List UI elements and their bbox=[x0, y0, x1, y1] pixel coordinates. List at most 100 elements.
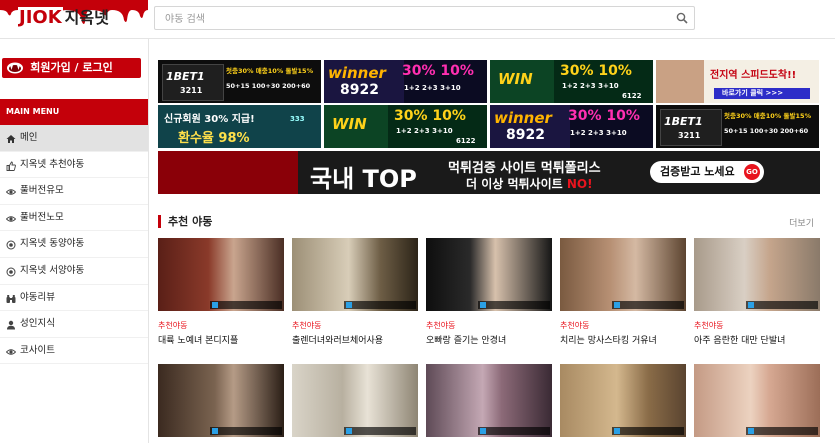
video-thumbnail[interactable] bbox=[560, 364, 686, 437]
banner-brand: 1BET1 bbox=[166, 70, 205, 83]
banner-sub-text: 1+2 2+3 3+10 bbox=[570, 129, 627, 137]
top-bar: JIOK 지옥넷 bbox=[0, 0, 835, 39]
ad-banner-newmember[interactable]: 신규회원 30% 지급! 333 환수율 98% bbox=[158, 105, 321, 148]
site-logo[interactable]: JIOK 지옥넷 bbox=[0, 0, 148, 38]
banner-sub-text: 1+2 2+3 3+10 bbox=[396, 127, 453, 135]
search-icon[interactable] bbox=[676, 12, 688, 24]
menu-item-full-censored[interactable]: 풀버전유모 bbox=[0, 178, 148, 205]
video-title[interactable]: 출렌더녀와러브체어사용 bbox=[292, 333, 383, 346]
video-thumbnail[interactable] bbox=[426, 238, 552, 311]
eye-icon bbox=[6, 349, 16, 355]
ad-banner-1bet1-2[interactable]: 1BET1 3211 첫충30% 매충10% 돌발15% 50+15 100+3… bbox=[656, 105, 819, 148]
banner-main-text: 30% 10% bbox=[402, 63, 474, 79]
search-input[interactable] bbox=[163, 10, 667, 28]
video-thumbnail[interactable] bbox=[694, 364, 820, 437]
ad-banner-1bet1[interactable]: 1BET1 3211 첫충30% 매충10% 돌발15% 50+15 100+3… bbox=[158, 60, 321, 103]
video-title[interactable]: 치리는 망사스타킹 거유녀 bbox=[560, 333, 657, 346]
video-thumbnail[interactable] bbox=[694, 238, 820, 311]
video-title[interactable]: 아주 음란한 대만 단발녀 bbox=[694, 333, 785, 346]
video-title[interactable]: 오빠랑 즐기는 안경녀 bbox=[426, 333, 506, 346]
video-category[interactable]: 추천야동 bbox=[694, 320, 723, 331]
video-thumbnail[interactable] bbox=[560, 238, 686, 311]
ad-banner-speed[interactable]: 전지역 스피드도착!! 바로가기 클릭 >>> bbox=[656, 60, 819, 103]
menu-item-cosite[interactable]: 코사이트 bbox=[0, 338, 148, 365]
video-thumbnail[interactable] bbox=[292, 238, 418, 311]
thumbs-up-icon bbox=[6, 161, 16, 171]
menu-item-label: 지옥넷 서양야동 bbox=[20, 264, 85, 276]
user-icon bbox=[7, 320, 15, 330]
video-category[interactable]: 추천야동 bbox=[292, 320, 321, 331]
banner-main-text: 30% 10% bbox=[568, 108, 640, 124]
banner-main-text: 전지역 스피드도착!! bbox=[710, 70, 797, 81]
search-box bbox=[154, 6, 695, 30]
menu-item-label: 성인지식 bbox=[20, 318, 55, 330]
video-category[interactable]: 추천야동 bbox=[158, 320, 187, 331]
menu-item-label: 풀버전유모 bbox=[20, 185, 64, 197]
target-icon bbox=[6, 267, 16, 277]
banner-code: 3211 bbox=[678, 131, 701, 140]
menu-item-label: 지옥넷 동양야동 bbox=[20, 238, 85, 250]
banner-main-text: 30% 10% bbox=[394, 108, 466, 124]
banner-sub-text: 1+2 2+3 3+10 bbox=[562, 82, 619, 90]
ad-banner-win-2[interactable]: WIN 6122 30% 10% 1+2 2+3 3+10 bbox=[324, 105, 487, 148]
menu-item-label: 메인 bbox=[20, 132, 38, 143]
login-signup-label: 회원가입 / 로그인 bbox=[30, 61, 113, 74]
video-title[interactable]: 대륙 노예녀 본디지플 bbox=[158, 333, 238, 346]
section-header: 추천 야동 더보기 bbox=[158, 214, 820, 230]
banner-sub-text: 환수율 98% bbox=[178, 131, 250, 146]
banner-code: 8922 bbox=[506, 127, 545, 143]
menu-item-label: 풀버전노모 bbox=[20, 211, 64, 223]
video-thumbnail[interactable] bbox=[426, 364, 552, 437]
banner-code: 6122 bbox=[622, 92, 642, 100]
menu-item-recommended[interactable]: 지옥넷 추천야동 bbox=[0, 152, 148, 179]
banner-code: 6122 bbox=[456, 137, 476, 145]
banner-main-text: 신규회원 30% 지급! bbox=[164, 114, 255, 125]
go-badge: GO bbox=[744, 164, 760, 180]
banner-sub-text: 바로가기 클릭 >>> bbox=[722, 89, 784, 97]
ad-banner-winner[interactable]: winner 8922 30% 10% 1+2 2+3 3+10 bbox=[324, 60, 487, 103]
banner-main-text: 30% 10% bbox=[560, 63, 632, 79]
banner-sub-text: 1+2 2+3 3+10 bbox=[404, 84, 461, 92]
wide-banner-title: 국내 TOP bbox=[310, 165, 417, 193]
menu-item-label: 코사이트 bbox=[20, 344, 55, 356]
banner-sub-text: 50+15 100+30 200+60 bbox=[226, 82, 311, 90]
ad-banner-winner-2[interactable]: winner 8922 30% 10% 1+2 2+3 3+10 bbox=[490, 105, 653, 148]
banner-brand: 1BET1 bbox=[664, 115, 703, 128]
banner-code: 3211 bbox=[180, 86, 203, 95]
banner-main-text: 첫충30% 매충10% 돌발15% bbox=[226, 67, 314, 75]
banner-brand: winner bbox=[328, 64, 386, 82]
banner-brand: WIN bbox=[498, 70, 533, 88]
video-category[interactable]: 추천야동 bbox=[426, 320, 455, 331]
ad-banner-win[interactable]: WIN 6122 30% 10% 1+2 2+3 3+10 bbox=[490, 60, 653, 103]
banner-main-text: 첫충30% 매충10% 돌발15% bbox=[724, 112, 812, 120]
eye-icon bbox=[6, 189, 16, 195]
banner-sub-text: 50+15 100+30 200+60 bbox=[724, 127, 809, 135]
sidebar: 회원가입 / 로그인 MAIN MENU 메인 지옥넷 추천야동 풀버전유모 풀… bbox=[0, 39, 149, 443]
banner-code: 333 bbox=[290, 115, 305, 123]
eye-icon bbox=[6, 216, 16, 222]
video-category[interactable]: 추천야동 bbox=[560, 320, 589, 331]
wide-banner-button[interactable]: 검증받고 노세요 GO bbox=[650, 161, 764, 183]
home-icon bbox=[6, 135, 16, 143]
main-menu: 메인 지옥넷 추천야동 풀버전유모 풀버전노모 지옥넷 동양야동 지옥넷 서양야… bbox=[0, 125, 148, 365]
menu-item-full-uncensored[interactable]: 풀버전노모 bbox=[0, 205, 148, 232]
vampire-mouth-icon bbox=[7, 62, 23, 74]
menu-item-adult-knowledge[interactable]: 성인지식 bbox=[0, 311, 148, 338]
wide-banner-line2: 더 이상 먹튀사이트 NO! bbox=[466, 177, 593, 191]
logo-text-ko: 지옥넷 bbox=[64, 8, 109, 27]
section-title: 추천 야동 bbox=[168, 215, 213, 228]
menu-item-western[interactable]: 지옥넷 서양야동 bbox=[0, 258, 148, 285]
target-icon bbox=[6, 240, 16, 250]
video-thumbnail[interactable] bbox=[292, 364, 418, 437]
banner-brand: winner bbox=[494, 109, 552, 127]
video-thumbnail[interactable] bbox=[158, 238, 284, 311]
menu-item-asian[interactable]: 지옥넷 동양야동 bbox=[0, 231, 148, 258]
video-thumbnail[interactable] bbox=[158, 364, 284, 437]
more-link[interactable]: 더보기 bbox=[789, 216, 814, 229]
banner-code: 8922 bbox=[340, 82, 379, 98]
menu-item-main[interactable]: 메인 bbox=[0, 125, 148, 152]
menu-item-review[interactable]: 야동리뷰 bbox=[0, 285, 148, 312]
wide-ad-banner[interactable]: 국내 TOP 먹튀검증 사이트 먹튀폴리스 더 이상 먹튀사이트 NO! 검증받… bbox=[158, 151, 820, 194]
login-signup-button[interactable]: 회원가입 / 로그인 bbox=[2, 58, 141, 78]
wide-banner-line1: 먹튀검증 사이트 먹튀폴리스 bbox=[448, 161, 601, 176]
